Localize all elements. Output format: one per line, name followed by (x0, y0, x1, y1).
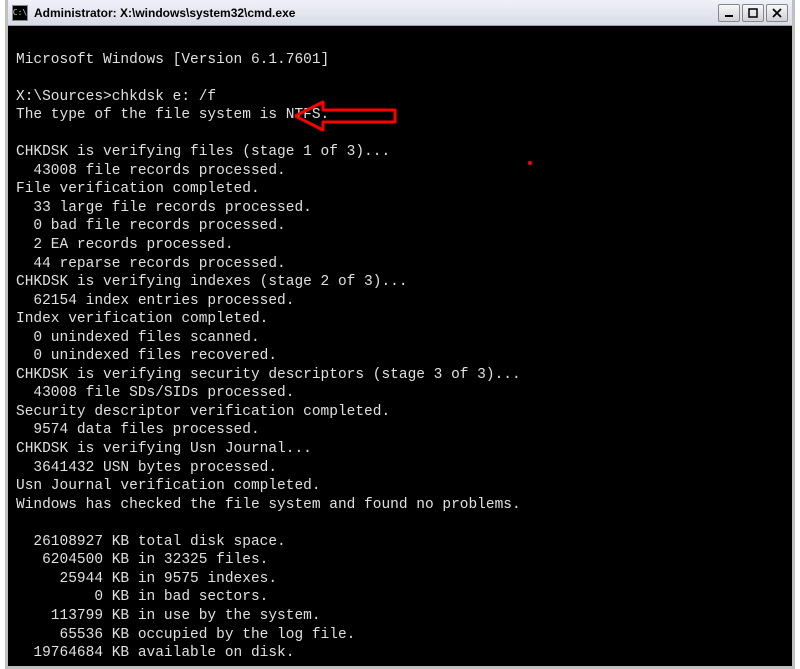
minimize-button[interactable] (718, 4, 740, 22)
output-line: Index verification completed. (16, 311, 268, 327)
output-line: File verification completed. (16, 181, 260, 197)
output-line: 9574 data files processed. (16, 422, 260, 438)
output-line: 0 unindexed files recovered. (16, 348, 277, 364)
output-line: 0 unindexed files scanned. (16, 330, 260, 346)
window-controls (718, 4, 788, 22)
output-line: CHKDSK is verifying security descriptors… (16, 367, 521, 383)
output-line: 26108927 KB total disk space. (16, 534, 286, 550)
output-line: 62154 index entries processed. (16, 293, 294, 309)
output-line: 25944 KB in 9575 indexes. (16, 571, 277, 587)
output-line: 3641432 USN bytes processed. (16, 460, 277, 476)
output-line: 6204500 KB in 32325 files. (16, 552, 268, 568)
output-line: CHKDSK is verifying Usn Journal... (16, 441, 312, 457)
output-line: Usn Journal verification completed. (16, 478, 321, 494)
output-line: 0 KB in bad sectors. (16, 589, 268, 605)
minimize-icon (724, 8, 734, 18)
output-line: 19764684 KB available on disk. (16, 645, 294, 661)
output-line: Security descriptor verification complet… (16, 404, 390, 420)
output-line: 65536 KB occupied by the log file. (16, 627, 355, 643)
output-line: 44 reparse records processed. (16, 256, 286, 272)
output-line: CHKDSK is verifying files (stage 1 of 3)… (16, 144, 390, 160)
output-line: 43008 file records processed. (16, 163, 286, 179)
output-line: 2 EA records processed. (16, 237, 234, 253)
output-line: 43008 file SDs/SIDs processed. (16, 385, 294, 401)
output-line: 113799 KB in use by the system. (16, 608, 321, 624)
output-line: Microsoft Windows [Version 6.1.7601] (16, 52, 329, 68)
titlebar[interactable]: C:\ Administrator: X:\windows\system32\c… (8, 0, 792, 26)
prompt-line: X:\Sources>chkdsk e: /f (16, 89, 216, 105)
cmd-window: C:\ Administrator: X:\windows\system32\c… (5, 0, 795, 669)
maximize-button[interactable] (742, 4, 764, 22)
output-line: CHKDSK is verifying indexes (stage 2 of … (16, 274, 408, 290)
app-icon: C:\ (12, 5, 28, 21)
terminal-output[interactable]: Microsoft Windows [Version 6.1.7601] X:\… (8, 26, 792, 666)
window-title: Administrator: X:\windows\system32\cmd.e… (34, 6, 718, 20)
maximize-icon (748, 8, 758, 18)
close-icon (772, 8, 782, 18)
output-line: 33 large file records processed. (16, 200, 312, 216)
output-line: Windows has checked the file system and … (16, 497, 521, 513)
output-line: 0 bad file records processed. (16, 218, 286, 234)
output-line: The type of the file system is NTFS. (16, 107, 329, 123)
red-dot-annotation (528, 161, 532, 165)
close-button[interactable] (766, 4, 788, 22)
